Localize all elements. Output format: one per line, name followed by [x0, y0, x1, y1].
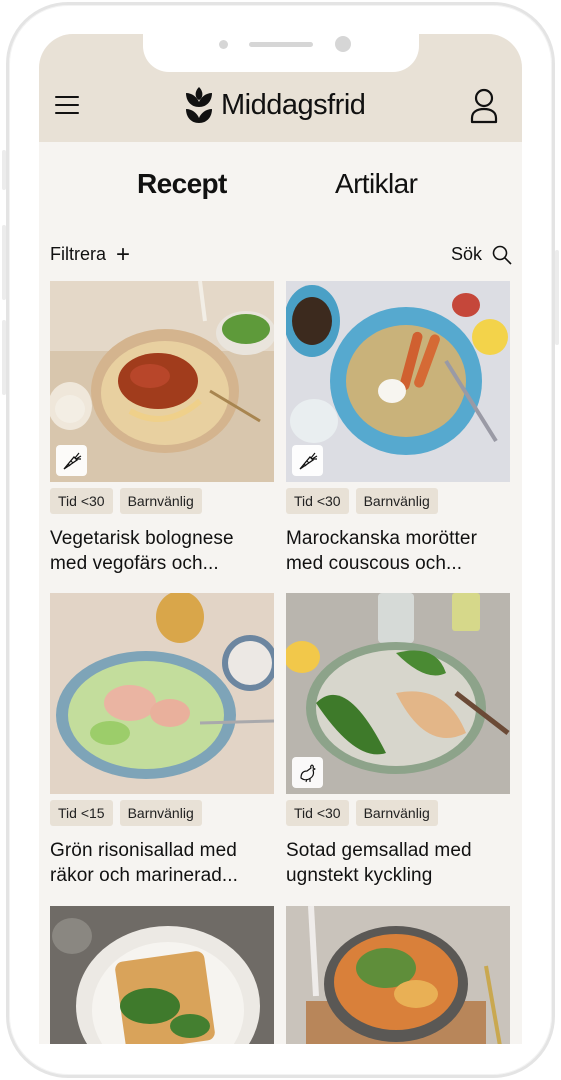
- recipe-title-line: räkor och marinerad...: [50, 865, 239, 886]
- recipe-title-line: Marockanska morötter: [286, 528, 478, 549]
- recipe-title-line: Grön risonisallad med: [50, 840, 237, 861]
- recipe-image[interactable]: [50, 593, 274, 794]
- recipe-card[interactable]: [50, 906, 274, 1044]
- filter-bar: Filtrera + Sök: [50, 240, 512, 268]
- time-tag[interactable]: Tid <15: [50, 800, 113, 826]
- recipe-title-line: med couscous och...: [286, 553, 463, 574]
- recipe-card[interactable]: Tid <15 Barnvänlig Grön risonisallad med…: [50, 593, 274, 888]
- phone-volume-up: [2, 225, 6, 300]
- filter-button[interactable]: Filtrera +: [50, 240, 131, 268]
- recipe-title[interactable]: Marockanska morötter med couscous och...: [286, 526, 510, 576]
- kid-friendly-tag[interactable]: Barnvänlig: [355, 800, 438, 826]
- recipe-title[interactable]: Grön risonisallad med räkor och marinera…: [50, 838, 274, 888]
- recipe-image[interactable]: [50, 281, 274, 482]
- recipe-tags: Tid <30 Barnvänlig: [286, 800, 510, 826]
- recipe-card[interactable]: Tid <30 Barnvänlig Vegetarisk bolognese …: [50, 281, 274, 576]
- search-icon: [492, 245, 512, 265]
- recipe-title-line: Vegetarisk bolognese: [50, 528, 234, 549]
- kid-friendly-tag[interactable]: Barnvänlig: [119, 800, 202, 826]
- recipe-tags: Tid <15 Barnvänlig: [50, 800, 274, 826]
- carrot-icon: [299, 452, 317, 470]
- recipe-image[interactable]: [286, 593, 510, 794]
- leaf-logo-icon: [186, 87, 212, 123]
- kid-friendly-tag[interactable]: Barnvänlig: [355, 488, 438, 514]
- recipe-title[interactable]: Sotad gemsallad med ugnstekt kyckling: [286, 838, 510, 888]
- phone-power-button: [555, 250, 559, 345]
- search-label: Sök: [450, 244, 482, 264]
- recipe-title-line: ugnstekt kyckling: [286, 865, 433, 886]
- content-tabs: Recept Artiklar: [39, 168, 522, 208]
- time-tag[interactable]: Tid <30: [286, 488, 349, 514]
- time-tag[interactable]: Tid <30: [50, 488, 113, 514]
- kid-friendly-tag[interactable]: Barnvänlig: [119, 488, 202, 514]
- user-icon[interactable]: [469, 88, 499, 124]
- recipe-image[interactable]: [286, 906, 510, 1044]
- phone-notch: [143, 32, 419, 72]
- vegetarian-badge: [292, 445, 323, 476]
- filter-label: Filtrera: [50, 244, 107, 264]
- recipe-title[interactable]: Vegetarisk bolognese med vegofärs och...: [50, 526, 274, 576]
- brand-name: Middagsfrid: [221, 88, 366, 121]
- recipe-tags: Tid <30 Barnvänlig: [286, 488, 510, 514]
- tab-artiklar[interactable]: Artiklar: [335, 168, 418, 200]
- carrot-icon: [63, 452, 81, 470]
- recipe-tags: Tid <30 Barnvänlig: [50, 488, 274, 514]
- recipe-title-line: med vegofärs och...: [50, 553, 219, 574]
- menu-icon[interactable]: [55, 96, 79, 114]
- chicken-badge: [292, 757, 323, 788]
- recipe-image[interactable]: [50, 906, 274, 1044]
- time-tag[interactable]: Tid <30: [286, 800, 349, 826]
- recipe-card[interactable]: Tid <30 Barnvänlig Marockanska morötter …: [286, 281, 510, 576]
- phone-side-button: [2, 150, 6, 190]
- search-button[interactable]: Sök: [451, 244, 512, 265]
- vegetarian-badge: [56, 445, 87, 476]
- recipe-title-line: Sotad gemsallad med: [286, 840, 472, 861]
- recipe-card[interactable]: Tid <30 Barnvänlig Sotad gemsallad med u…: [286, 593, 510, 888]
- plus-icon: +: [116, 240, 131, 268]
- phone-volume-down: [2, 320, 6, 395]
- brand-logo[interactable]: Middagsfrid: [185, 86, 366, 124]
- app-screen: Middagsfrid Recept Artiklar Filtrera + S…: [39, 34, 522, 1044]
- tab-recept[interactable]: Recept: [137, 168, 227, 200]
- chicken-icon: [299, 763, 316, 782]
- recipe-image[interactable]: [286, 281, 510, 482]
- recipe-card[interactable]: [286, 906, 510, 1044]
